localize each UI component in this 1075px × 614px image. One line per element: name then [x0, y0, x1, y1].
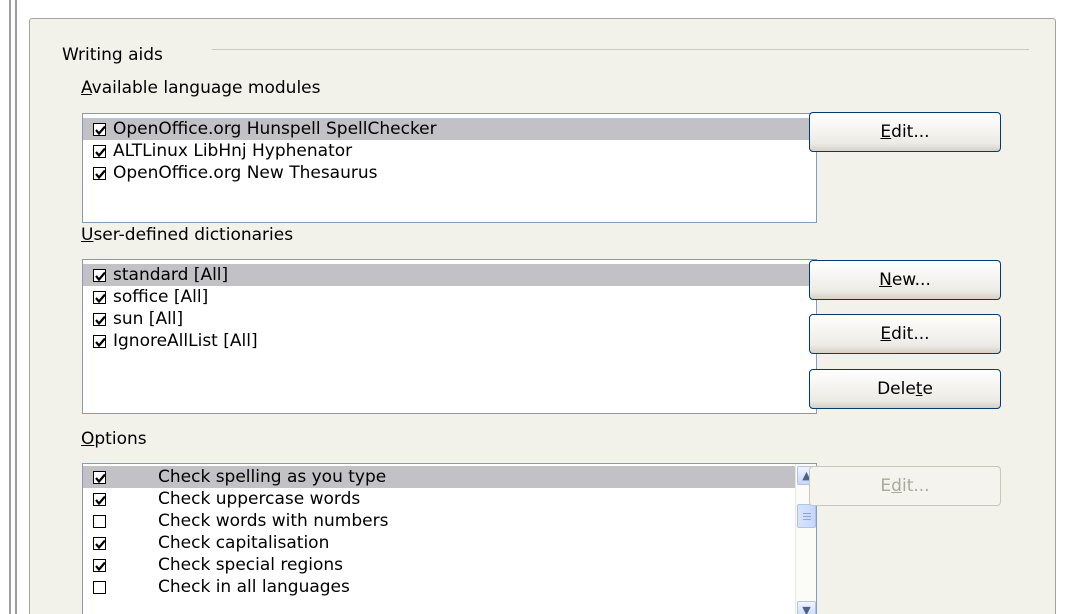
dictionaries-delete-button[interactable]: Delete	[809, 369, 1001, 409]
option-item[interactable]: Check special regions	[83, 554, 816, 576]
checkbox[interactable]	[93, 493, 106, 506]
dictionaries-label: User-defined dictionaries	[81, 225, 294, 245]
option-item[interactable]: Check spelling as you type	[83, 466, 795, 488]
writing-aids-panel: Writing aids Available language modules …	[29, 18, 1056, 614]
dictionaries-new-button[interactable]: New...	[809, 260, 1001, 300]
dictionaries-list[interactable]: standard [All] soffice [All] sun [All] I…	[82, 259, 817, 414]
dictionary-item[interactable]: sun [All]	[83, 308, 816, 330]
dictionary-label: IgnoreAllList [All]	[113, 331, 258, 351]
window-edge-line	[15, 0, 17, 614]
checkbox[interactable]	[93, 581, 106, 594]
checkbox[interactable]	[93, 291, 106, 304]
options-list[interactable]: Check spelling as you type Check upperca…	[82, 463, 817, 614]
checkbox[interactable]	[93, 559, 106, 572]
language-module-label: OpenOffice.org Hunspell SpellChecker	[113, 119, 437, 139]
language-module-item[interactable]: ALTLinux LibHnj Hyphenator	[83, 140, 816, 162]
checkbox[interactable]	[93, 123, 106, 136]
checkbox[interactable]	[93, 269, 106, 282]
language-module-item[interactable]: OpenOffice.org New Thesaurus	[83, 162, 816, 184]
scroll-thumb[interactable]	[797, 504, 816, 528]
option-item[interactable]: Check uppercase words	[83, 488, 816, 510]
window-edge	[0, 0, 22, 614]
grip-line	[803, 519, 811, 520]
grip-line	[803, 513, 811, 514]
options-edit-button[interactable]: Edit...	[809, 466, 1001, 506]
dictionaries-edit-button[interactable]: Edit...	[809, 314, 1001, 354]
dictionary-label: sun [All]	[113, 309, 184, 329]
language-modules-list[interactable]: OpenOffice.org Hunspell SpellChecker ALT…	[82, 113, 817, 223]
checkbox[interactable]	[93, 515, 106, 528]
modules-edit-button[interactable]: Edit...	[809, 112, 1001, 152]
option-label: Check words with numbers	[158, 511, 389, 531]
dictionary-item[interactable]: standard [All]	[83, 264, 816, 286]
checkbox[interactable]	[93, 313, 106, 326]
option-label: Check special regions	[158, 555, 344, 575]
checkbox[interactable]	[93, 167, 106, 180]
language-module-label: ALTLinux LibHnj Hyphenator	[113, 141, 353, 161]
checkbox[interactable]	[93, 145, 106, 158]
checkbox[interactable]	[93, 537, 106, 550]
language-module-label: OpenOffice.org New Thesaurus	[113, 163, 378, 183]
option-label: Check capitalisation	[158, 533, 330, 553]
grip-line	[803, 516, 811, 517]
option-label: Check in all languages	[158, 577, 350, 597]
language-modules-label: Available language modules	[81, 78, 321, 98]
language-module-item[interactable]: OpenOffice.org Hunspell SpellChecker	[83, 118, 816, 140]
checkbox[interactable]	[93, 335, 106, 348]
option-item[interactable]: Check words with numbers	[83, 510, 816, 532]
option-item[interactable]: Check capitalisation	[83, 532, 816, 554]
options-label: Options	[81, 429, 147, 449]
window-edge-line	[9, 0, 11, 614]
option-label: Check spelling as you type	[158, 467, 387, 487]
dictionary-item[interactable]: IgnoreAllList [All]	[83, 330, 816, 352]
option-label: Check uppercase words	[158, 489, 361, 509]
checkbox[interactable]	[93, 471, 106, 484]
scroll-down-icon[interactable]: ▼	[797, 601, 816, 614]
writing-aids-title: Writing aids	[62, 45, 163, 65]
option-item[interactable]: Check in all languages	[83, 576, 816, 598]
dictionary-item[interactable]: soffice [All]	[83, 286, 816, 308]
dictionary-label: standard [All]	[113, 265, 229, 285]
group-separator	[212, 49, 1029, 50]
dictionary-label: soffice [All]	[113, 287, 209, 307]
